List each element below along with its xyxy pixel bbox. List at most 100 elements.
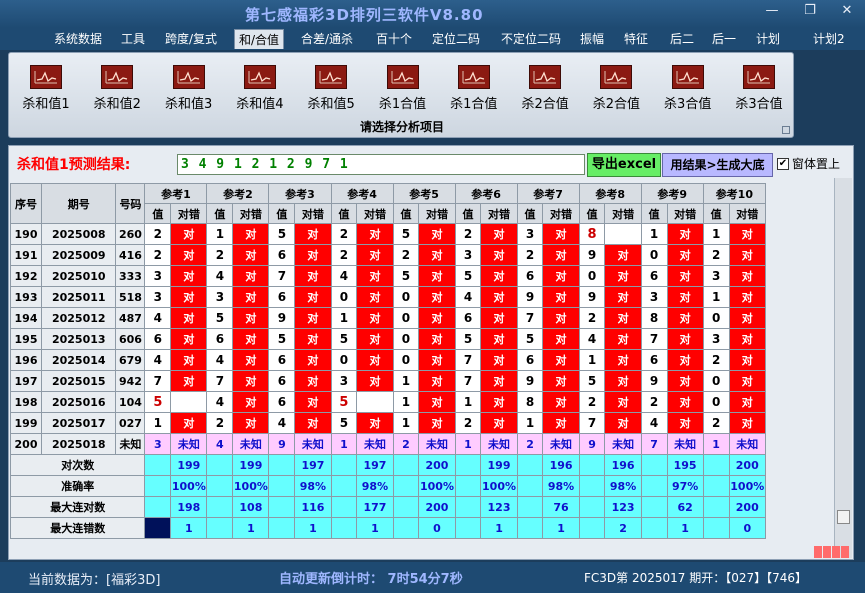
- result-cell: 对: [542, 286, 580, 308]
- stats-spacer: [578, 475, 606, 497]
- subheader-value: 值: [206, 203, 234, 224]
- ribbon-button[interactable]: 杀和值3: [158, 65, 220, 117]
- menu-item[interactable]: 计划2: [809, 29, 849, 49]
- result-cell: 对: [232, 223, 270, 245]
- seq-cell: 200: [10, 433, 43, 455]
- prediction-result-field[interactable]: 3 4 9 1 2 1 2 9 7 1: [177, 154, 585, 175]
- value-cell: 1: [702, 433, 730, 455]
- header-group[interactable]: 参考3: [268, 183, 332, 204]
- result-cell: 未知: [542, 433, 580, 455]
- stats-value: 97%: [666, 475, 704, 497]
- menu-item[interactable]: 工具: [117, 29, 149, 49]
- value-cell: 2: [206, 412, 234, 434]
- header-group[interactable]: 参考4: [330, 183, 394, 204]
- stats-spacer: [392, 517, 420, 539]
- value-cell: 6: [454, 307, 482, 329]
- table-row[interactable]: 197 2025015 942 7 对 7 对 6 对 3 对 1 对 7 对 9 对 5 对 9 对 0 对: [10, 370, 766, 392]
- header-group[interactable]: 参考6: [454, 183, 518, 204]
- header-group[interactable]: 参考5: [392, 183, 456, 204]
- export-excel-button[interactable]: 导出excel: [587, 153, 661, 177]
- menu-item[interactable]: 和/合值: [234, 29, 285, 49]
- menu-item[interactable]: 跨度/复式: [161, 29, 221, 49]
- value-cell: 2: [516, 244, 544, 266]
- header-group[interactable]: 参考7: [516, 183, 580, 204]
- stay-on-top-toggle[interactable]: ✔ 窗体置上: [777, 155, 840, 172]
- ribbon-button[interactable]: 杀2合值: [514, 65, 576, 117]
- menu-item[interactable]: 计划: [752, 29, 784, 49]
- stay-on-top-checkbox[interactable]: ✔: [777, 157, 789, 170]
- ribbon-button[interactable]: 杀1合值: [372, 65, 434, 117]
- stats-spacer: [144, 475, 172, 497]
- header-group[interactable]: 参考9: [640, 183, 704, 204]
- menu-item[interactable]: 百十个: [372, 29, 416, 49]
- stats-value: 200: [418, 454, 456, 476]
- number-cell: 333: [115, 265, 146, 287]
- value-cell: 1: [454, 433, 482, 455]
- table-row-pending[interactable]: 200 2025018 未知 3 未知 4 未知 9 未知 1 未知 2 未知 1 未知 2 未知 9 未知 7 未知 1…: [10, 433, 766, 455]
- value-cell: 7: [454, 349, 482, 371]
- seq-cell: 193: [10, 286, 43, 308]
- header-group[interactable]: 参考1: [144, 183, 208, 204]
- menu-item[interactable]: 振幅: [576, 29, 608, 49]
- seq-cell: 198: [10, 391, 43, 413]
- table-row[interactable]: 191 2025009 416 2 对 2 对 6 对 2 对 2 对 3 对 2 对 9 对 0 对 2 对: [10, 244, 766, 266]
- result-cell: 对: [418, 286, 456, 308]
- stats-value: 2: [604, 517, 642, 539]
- table-row[interactable]: 190 2025008 260 2 对 1 对 5 对 2 对 5 对 2 对 3 对 8 1 对 1 对: [10, 223, 766, 245]
- ribbon-button[interactable]: 杀和值1: [15, 65, 77, 117]
- ribbon-button[interactable]: 杀和值4: [229, 65, 291, 117]
- subheader-result: 对错: [356, 203, 394, 224]
- close-button[interactable]: ✕: [829, 0, 865, 22]
- menu-item[interactable]: 定位二码: [428, 29, 484, 49]
- stats-value: 100%: [170, 475, 208, 497]
- stats-value: 76: [542, 496, 580, 518]
- stats-value: 1: [170, 517, 208, 539]
- scrollbar-thumb[interactable]: [837, 510, 850, 524]
- menu-item[interactable]: 后一: [708, 29, 740, 49]
- restore-button[interactable]: ❐: [791, 0, 829, 22]
- result-cell: 对: [418, 349, 456, 371]
- ribbon-button[interactable]: 杀1合值: [443, 65, 505, 117]
- menu-item[interactable]: 不定位二码: [497, 29, 565, 49]
- header-group[interactable]: 参考10: [702, 183, 766, 204]
- ribbon-button[interactable]: 杀3合值: [657, 65, 719, 117]
- menu-item[interactable]: 特征: [620, 29, 652, 49]
- ribbon-expand-icon[interactable]: [782, 126, 790, 134]
- minimize-button[interactable]: —: [753, 0, 791, 22]
- menu-item[interactable]: 合差/通杀: [297, 29, 357, 49]
- value-cell: 5: [454, 265, 482, 287]
- menu-item[interactable]: 系统数据: [50, 29, 106, 49]
- number-cell: 027: [115, 412, 146, 434]
- value-cell: 0: [702, 391, 730, 413]
- header-number[interactable]: 号码: [115, 183, 146, 224]
- result-cell: 对: [480, 370, 518, 392]
- table-row[interactable]: 192 2025010 333 3 对 4 对 7 对 4 对 5 对 5 对 6 对 0 对 6 对 3 对: [10, 265, 766, 287]
- stats-value: 197: [294, 454, 332, 476]
- subheader-result: 对错: [728, 203, 766, 224]
- subheader-result: 对错: [604, 203, 642, 224]
- vertical-scrollbar[interactable]: [834, 178, 852, 558]
- table-row[interactable]: 194 2025012 487 4 对 5 对 9 对 1 对 0 对 6 对 7 对 2 对 8 对 0 对: [10, 307, 766, 329]
- header-group[interactable]: 参考2: [206, 183, 270, 204]
- number-cell: 未知: [115, 433, 146, 455]
- table-row[interactable]: 199 2025017 027 1 对 2 对 4 对 5 对 1 对 2 对 1 对 7 对 4 对 2 对: [10, 412, 766, 434]
- stats-value: 200: [418, 496, 456, 518]
- table-row[interactable]: 196 2025014 679 4 对 4 对 6 对 0 对 0 对 7 对 6 对 1 对 6 对 2 对: [10, 349, 766, 371]
- header-period[interactable]: 期号: [41, 183, 117, 224]
- menu-item[interactable]: 后二: [666, 29, 698, 49]
- header-seq[interactable]: 序号: [10, 183, 43, 224]
- result-cell: 对: [480, 328, 518, 350]
- table-row[interactable]: 193 2025011 518 3 对 3 对 6 对 0 对 0 对 4 对 9 对 9 对 3 对 1 对: [10, 286, 766, 308]
- header-group[interactable]: 参考8: [578, 183, 642, 204]
- generate-base-button[interactable]: 用结果>生成大底: [662, 153, 773, 177]
- result-cell: 对: [294, 328, 332, 350]
- result-cell: 对: [666, 286, 704, 308]
- ribbon-button[interactable]: 杀和值5: [300, 65, 362, 117]
- table-row[interactable]: 195 2025013 606 6 对 6 对 5 对 5 对 0 对 5 对 5 对 4 对 7 对 3 对: [10, 328, 766, 350]
- ribbon-button[interactable]: 杀2合值: [585, 65, 647, 117]
- ribbon-button[interactable]: 杀和值2: [86, 65, 148, 117]
- table-row[interactable]: 198 2025016 104 5 4 对 6 对 5 1 对 1 对 8 对 2 对 2 对 0 对: [10, 391, 766, 413]
- value-cell: 9: [578, 433, 606, 455]
- value-cell: 7: [640, 328, 668, 350]
- ribbon-button[interactable]: 杀3合值: [728, 65, 790, 117]
